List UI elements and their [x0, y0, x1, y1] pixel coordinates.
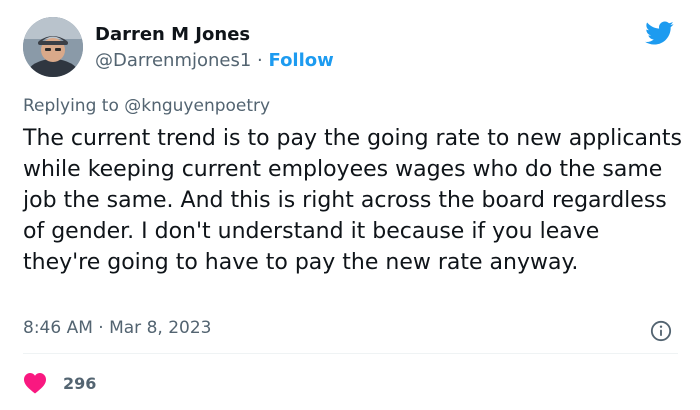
twitter-bird-icon[interactable] — [642, 18, 676, 48]
follow-button[interactable]: Follow — [269, 50, 334, 71]
tweet-text: The current trend is to pay the going ra… — [23, 126, 683, 275]
reply-mention-link[interactable]: @knguyenpoetry — [124, 96, 270, 116]
heart-icon[interactable] — [23, 372, 47, 394]
divider — [23, 353, 678, 354]
author-handle-row: @Darrenmjones1 · Follow — [95, 50, 334, 71]
info-icon[interactable] — [650, 320, 672, 342]
tweet-timestamp[interactable]: 8:46 AM · Mar 8, 2023 — [23, 318, 211, 338]
separator-dot: · — [251, 50, 269, 71]
like-row: 296 — [23, 371, 96, 395]
like-count[interactable]: 296 — [63, 374, 96, 393]
author-name[interactable]: Darren M Jones — [95, 24, 250, 45]
replying-to: Replying to @knguyenpoetry — [23, 96, 270, 116]
avatar[interactable] — [23, 17, 83, 77]
author-handle[interactable]: @Darrenmjones1 — [95, 50, 251, 71]
tweet-card: Darren M Jones @Darrenmjones1 · Follow R… — [0, 0, 700, 410]
replying-prefix: Replying to — [23, 96, 125, 116]
